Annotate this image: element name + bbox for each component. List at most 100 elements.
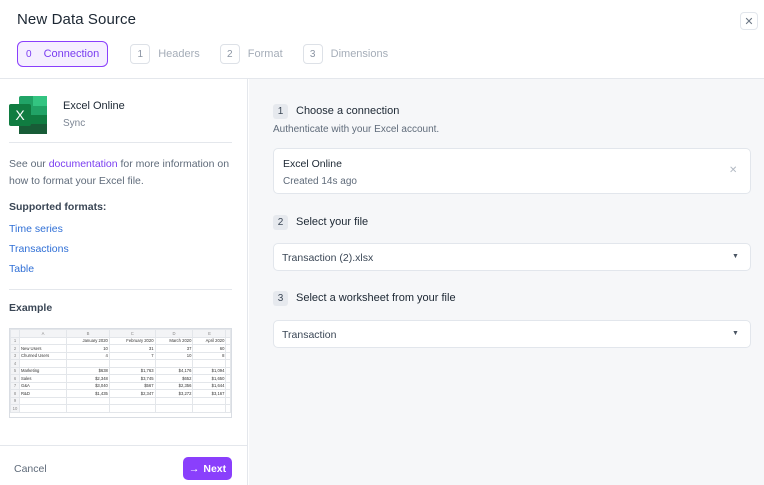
sheet-cell <box>18 404 68 413</box>
modal-title: New Data Source <box>17 11 137 28</box>
step-label: Headers <box>158 48 200 60</box>
sheet-cell <box>225 381 231 390</box>
next-button[interactable]: → Next <box>183 457 232 480</box>
sheet-cell <box>225 344 231 353</box>
sheet-cell: Churned Users <box>18 351 68 360</box>
modal-header: New Data Source ✕ 0 Connection 1 Headers… <box>0 0 764 79</box>
sheet-row-number: 4 <box>10 359 20 368</box>
sheet-cell <box>108 359 156 368</box>
sheet-cell: 4 <box>66 351 110 360</box>
step-format[interactable]: 2 Format <box>219 41 283 67</box>
sheet-cell: $3,167 <box>192 389 227 398</box>
sheet-row: 9 <box>10 396 231 405</box>
format-link-transactions[interactable]: Transactions <box>9 243 69 255</box>
sheet-row: 8 R&D $1,435 $2,347 $3,272 $3,167 <box>10 389 231 398</box>
sheet-cell: New Users <box>18 344 68 353</box>
section-title-choose-connection: Choose a connection <box>296 105 400 117</box>
sheet-cell <box>225 404 231 413</box>
sheet-row: 6 Sales $2,348 $3,745 $652 $1,650 <box>10 374 231 383</box>
sheet-cell: 7 <box>108 351 156 360</box>
sheet-cell: $3,040 <box>66 381 110 390</box>
sheet-cell <box>225 351 231 360</box>
sheet-row: 2 New Users 10 31 37 60 <box>10 344 231 353</box>
file-select-value: Transaction (2).xlsx <box>282 252 374 264</box>
format-link-table[interactable]: Table <box>9 263 34 275</box>
step-headers[interactable]: 1 Headers <box>130 41 200 67</box>
section-title-select-worksheet: Select a worksheet from your file <box>296 292 456 304</box>
step-number: 2 <box>219 44 240 64</box>
sheet-cell: 8 <box>192 351 227 360</box>
sheet-row-number: 5 <box>10 366 20 375</box>
sheet-cell <box>154 396 194 405</box>
sheet-cell <box>154 404 194 413</box>
step-label: Format <box>247 48 283 60</box>
sheet-row-number: 3 <box>10 351 20 360</box>
connection-name: Excel Online <box>283 158 342 170</box>
sheet-cell: March 2020 <box>154 336 194 345</box>
step-connection[interactable]: 0 Connection <box>17 41 109 67</box>
sheet-cell: 10 <box>154 351 194 360</box>
sheet-cell: $3,272 <box>154 389 194 398</box>
sheet-cell: $652 <box>154 374 194 383</box>
sheet-cell: $1,644 <box>192 381 227 390</box>
arrow-right-icon: → <box>188 462 200 475</box>
step-dimensions[interactable]: 3 Dimensions <box>302 41 389 67</box>
chevron-down-icon: ▼ <box>732 330 739 337</box>
sheet-cell <box>66 396 110 405</box>
next-label: Next <box>203 462 227 475</box>
sheet-cell: $4,176 <box>154 366 194 375</box>
sheet-cell: February 2020 <box>108 336 156 345</box>
sheet-cell: 31 <box>108 344 156 353</box>
sheet-cell: $638 <box>66 366 110 375</box>
sheet-col-header: B <box>66 329 110 338</box>
sheet-cell: $2,348 <box>66 374 110 383</box>
sheet-row: 7 G&A $3,040 $567 $2,356 $1,644 <box>10 381 231 390</box>
format-link-time-series[interactable]: Time series <box>9 223 63 235</box>
sheet-cell <box>108 396 156 405</box>
sheet-cell <box>18 336 68 345</box>
sheet-col-header: D <box>154 329 194 338</box>
sheet-cell <box>225 389 231 398</box>
section-number: 2 <box>273 215 288 230</box>
chevron-down-icon: ▼ <box>732 253 739 260</box>
sheet-cell <box>192 404 227 413</box>
sheet-cell: $1,094 <box>192 366 227 375</box>
sidebar: X Excel Online Sync See our documentatio… <box>0 79 248 485</box>
section-description: Authenticate with your Excel account. <box>273 124 440 135</box>
divider <box>9 289 232 290</box>
sheet-cell: $1,435 <box>66 389 110 398</box>
sheet-row-number: 9 <box>10 396 20 405</box>
sheet-cell: $1,763 <box>108 366 156 375</box>
sheet-row-number: 10 <box>10 404 20 413</box>
step-label: Dimensions <box>330 48 389 60</box>
step-number: 3 <box>302 44 323 64</box>
sheet-cell: $3,745 <box>108 374 156 383</box>
close-button[interactable]: ✕ <box>740 12 758 30</box>
close-icon: ✕ <box>744 15 754 28</box>
step-number: 1 <box>130 44 151 64</box>
sheet-row: 3 Churned Users 4 7 10 8 <box>10 351 231 360</box>
sheet-cell: $1,650 <box>192 374 227 383</box>
sheet-row-number: 2 <box>10 344 20 353</box>
connection-card[interactable]: Excel Online Created 14s ago ✕ <box>273 148 751 194</box>
excel-logo-letter: X <box>15 107 25 123</box>
documentation-link[interactable]: documentation <box>49 158 118 170</box>
sheet-cell: $2,347 <box>108 389 156 398</box>
sheet-cell: January 2020 <box>66 336 110 345</box>
remove-connection-icon[interactable]: ✕ <box>729 165 737 176</box>
step-number: 0 <box>26 48 32 60</box>
sheet-cell: 37 <box>154 344 194 353</box>
source-name: Excel Online <box>63 100 125 112</box>
worksheet-select[interactable]: Transaction ▼ <box>273 320 751 348</box>
worksheet-select-value: Transaction <box>282 329 337 341</box>
sheet-cell: 60 <box>192 344 227 353</box>
sheet-cell: R&D <box>18 389 68 398</box>
connection-created: Created 14s ago <box>283 176 357 187</box>
sheet-cell: Marketing <box>18 366 68 375</box>
sheet-cell <box>108 404 156 413</box>
sheet-col-header: C <box>108 329 156 338</box>
file-select[interactable]: Transaction (2).xlsx ▼ <box>273 243 751 271</box>
cancel-button[interactable]: Cancel <box>14 463 47 475</box>
sheet-row: 1 January 2020 February 2020 March 2020 Apri… <box>10 336 231 345</box>
sheet-cell <box>66 404 110 413</box>
